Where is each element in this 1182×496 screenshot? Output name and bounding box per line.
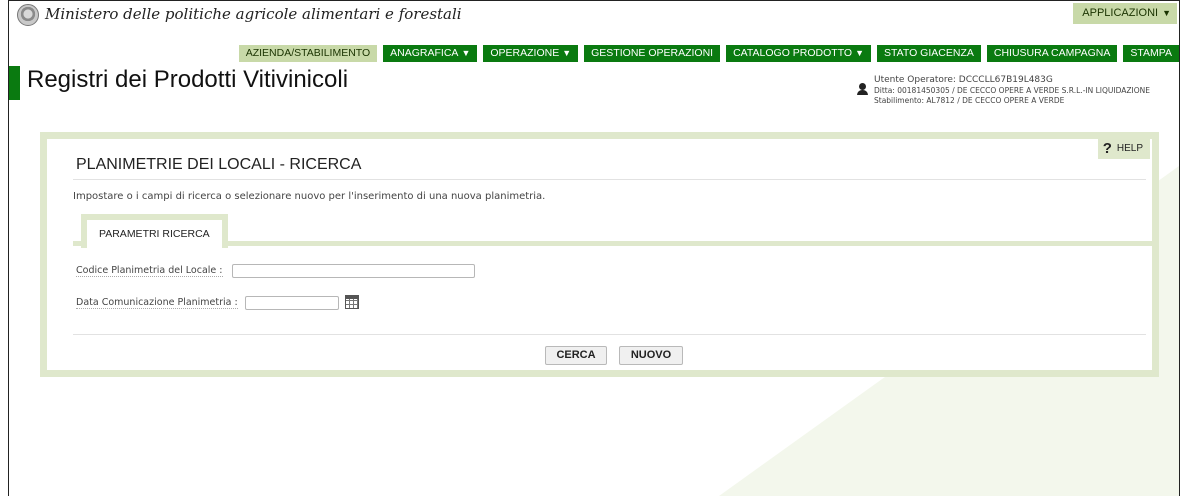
caret-down-icon: ▼ xyxy=(562,48,572,58)
nav-item-label: STAMPA xyxy=(1130,47,1172,59)
ministry-name: Ministero delle politiche agricole alime… xyxy=(45,5,462,23)
panel-title: PLANIMETRIE DEI LOCALI - RICERCA xyxy=(76,156,362,173)
nav-item-chiusura-campagna[interactable]: CHIUSURA CAMPAGNA xyxy=(986,45,1118,62)
operator-id: Utente Operatore: DCCCLL67B19L483G xyxy=(874,75,1053,85)
nav-item-label: STATO GIACENZA xyxy=(884,47,974,59)
user-icon xyxy=(857,83,868,95)
nav-item-label: GESTIONE OPERAZIONI xyxy=(591,47,714,59)
nav-item-label: CATALOGO PRODOTTO xyxy=(733,47,853,59)
divider xyxy=(73,334,1146,335)
nav-item-label: CHIUSURA CAMPAGNA xyxy=(993,47,1111,59)
code-field-label: Codice Planimetria del Locale : xyxy=(76,265,223,277)
nav-item-stampa[interactable]: STAMPA xyxy=(1123,45,1179,62)
help-button[interactable]: ? HELP xyxy=(1097,139,1150,159)
company-info: Ditta: 00181450305 / DE CECCO OPERE A VE… xyxy=(874,86,1150,95)
page-title: Registri dei Prodotti Vitivinicoli xyxy=(27,66,349,93)
help-label: HELP xyxy=(1116,143,1143,154)
code-input[interactable] xyxy=(232,264,475,278)
main-navigation: AZIENDA/STABILIMENTO ANAGRAFICA ▼ OPERAZ… xyxy=(9,45,1179,62)
nav-item-catalogo-prodotto[interactable]: CATALOGO PRODOTTO ▼ xyxy=(726,45,872,62)
nav-items: AZIENDA/STABILIMENTO ANAGRAFICA ▼ OPERAZ… xyxy=(238,45,1179,62)
tab-underline xyxy=(73,241,1152,246)
user-details: Utente Operatore: DCCCLL67B19L483G Ditta… xyxy=(874,75,1150,106)
nav-item-label: OPERAZIONE xyxy=(490,47,560,59)
instructions-text: Impostare o i campi di ricerca o selezio… xyxy=(73,191,546,202)
search-panel: ? HELP PLANIMETRIE DEI LOCALI - RICERCA … xyxy=(40,132,1159,377)
applications-label: APPLICAZIONI xyxy=(1082,7,1159,19)
search-button[interactable]: CERCA xyxy=(545,346,607,365)
divider xyxy=(73,179,1146,180)
calendar-icon[interactable] xyxy=(345,295,359,309)
date-field-label: Data Comunicazione Planimetria : xyxy=(76,297,238,309)
question-mark-icon: ? xyxy=(1102,140,1112,157)
nav-item-operazione[interactable]: OPERAZIONE ▼ xyxy=(483,45,579,62)
nav-item-label: ANAGRAFICA xyxy=(390,47,459,59)
applications-menu-button[interactable]: APPLICAZIONI ▼ xyxy=(1073,3,1177,24)
republic-emblem-icon xyxy=(17,4,39,26)
nav-item-label: AZIENDA/STABILIMENTO xyxy=(245,47,371,59)
nav-item-anagrafica[interactable]: ANAGRAFICA ▼ xyxy=(383,45,478,62)
top-bar: Ministero delle politiche agricole alime… xyxy=(9,1,1179,27)
app-window: Ministero delle politiche agricole alime… xyxy=(8,0,1180,496)
plant-info: Stabilimento: AL7812 / DE CECCO OPERE A … xyxy=(874,96,1065,105)
user-info: Utente Operatore: DCCCLL67B19L483G Ditta… xyxy=(857,75,1150,106)
caret-down-icon: ▼ xyxy=(1162,8,1171,18)
nav-item-stato-giacenza[interactable]: STATO GIACENZA xyxy=(877,45,981,62)
date-input[interactable] xyxy=(245,296,339,310)
nav-item-azienda-stabilimento[interactable]: AZIENDA/STABILIMENTO xyxy=(238,45,378,62)
new-button[interactable]: NUOVO xyxy=(619,346,683,365)
caret-down-icon: ▼ xyxy=(461,48,471,58)
nav-item-gestione-operazioni[interactable]: GESTIONE OPERAZIONI xyxy=(584,45,721,62)
title-accent-bar xyxy=(9,66,20,100)
tab-parametri-ricerca[interactable]: PARAMETRI RICERCA xyxy=(81,214,228,248)
caret-down-icon: ▼ xyxy=(855,48,865,58)
